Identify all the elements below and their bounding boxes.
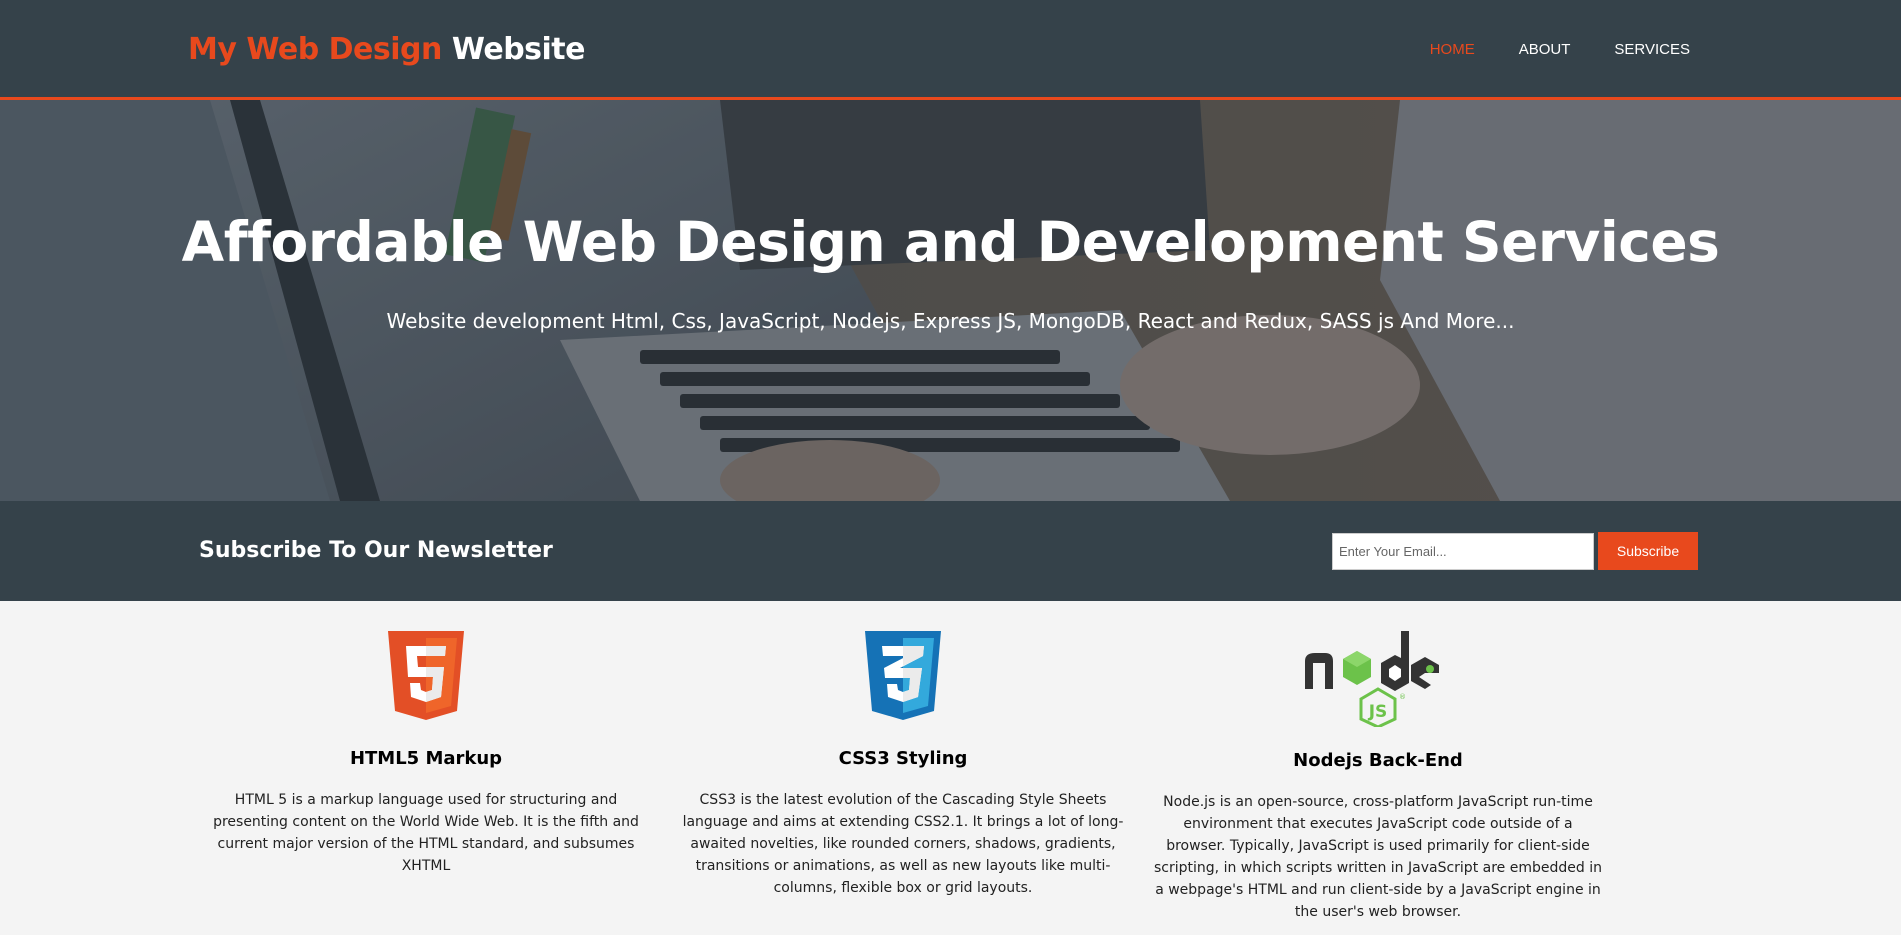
svg-text:®: ® [1399,693,1406,701]
feature-text-nodejs: Node.js is an open-source, cross-platfor… [1154,794,1602,920]
main-nav: HOME ABOUT SERVICES [1386,41,1690,58]
email-input[interactable] [1332,533,1594,570]
feature-title-nodejs: Nodejs Back-End [1293,750,1463,771]
hero-overlay [0,100,1901,501]
feature-title-css3: CSS3 Styling [838,748,968,769]
site-logo[interactable]: My Web Design Website [188,32,586,67]
svg-text:JS: JS [1368,702,1388,722]
subscribe-button[interactable]: Subscribe [1598,532,1698,570]
feature-boxes: HTML5 Markup HTML 5 is a markup language… [0,601,1901,935]
brand-highlight: My Web Design [188,32,442,67]
nav-services[interactable]: SERVICES [1614,41,1690,58]
newsletter-section: Subscribe To Our Newsletter Subscribe [0,501,1901,601]
feature-text-css3: CSS3 is the latest evolution of the Casc… [682,792,1124,896]
hero-subtitle: Website development Html, Css, JavaScrip… [386,309,1515,333]
nav-home[interactable]: HOME [1430,41,1475,58]
css3-logo-icon [865,631,941,720]
site-header: My Web Design Website HOME ABOUT SERVICE… [0,0,1901,100]
html5-logo-icon [388,631,464,720]
feature-text-html5: HTML 5 is a markup language used for str… [213,792,639,874]
nav-about[interactable]: ABOUT [1519,41,1571,58]
feature-title-html5: HTML5 Markup [349,748,503,769]
hero-showcase: Affordable Web Design and Development Se… [0,100,1901,501]
nodejs-logo-icon: JS ® [1305,631,1439,727]
hero-title: Affordable Web Design and Development Se… [181,210,1720,274]
newsletter-heading: Subscribe To Our Newsletter [199,538,553,563]
brand-rest: Website [451,32,586,67]
